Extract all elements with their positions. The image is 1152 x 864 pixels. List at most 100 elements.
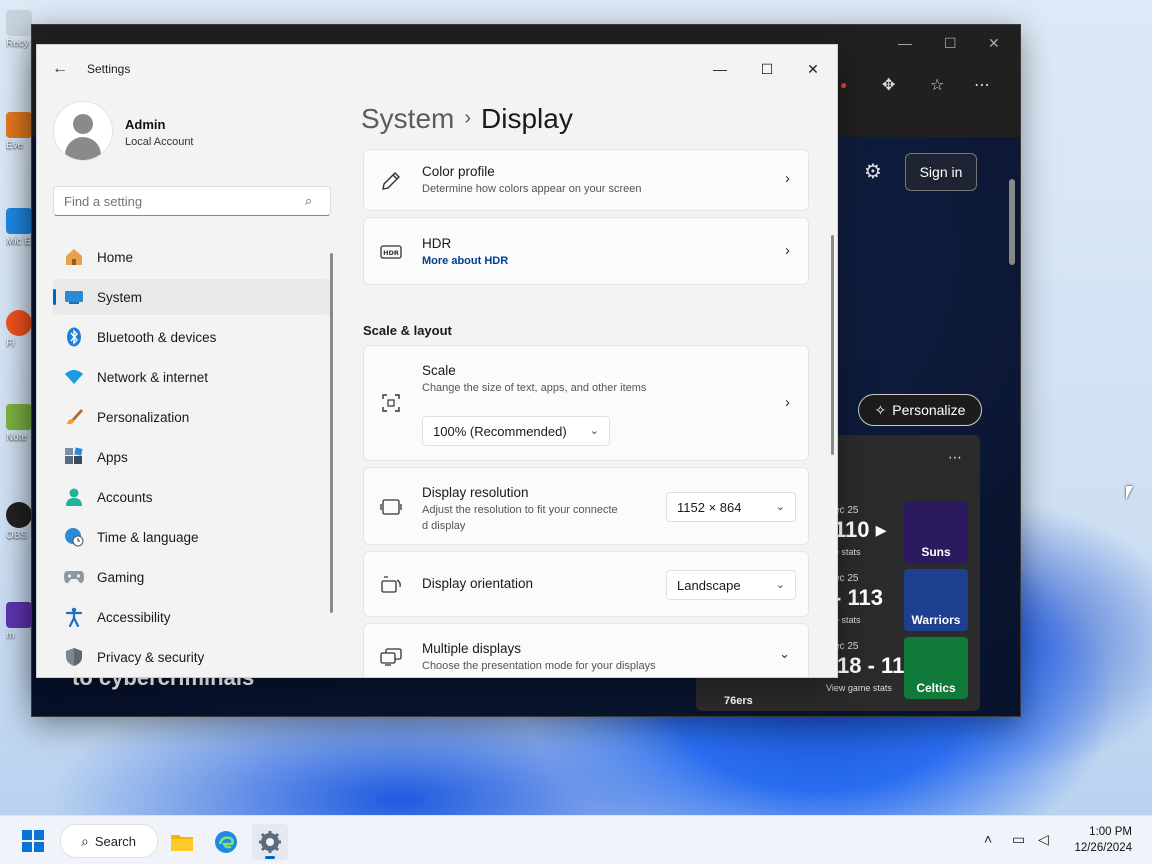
sidebar-item-time-language[interactable]: Time & language — [53, 519, 331, 555]
bluetooth-icon — [63, 326, 85, 348]
settings-taskbar-icon[interactable] — [252, 824, 288, 860]
sidebar-item-accounts[interactable]: Accounts — [53, 479, 331, 515]
edge-taskbar-icon[interactable] — [208, 824, 244, 860]
hdr-card[interactable]: HDR HDR More about HDR › — [363, 217, 809, 285]
more-about-hdr-link[interactable]: More about HDR — [422, 255, 508, 267]
sidebar-scrollbar[interactable] — [330, 253, 333, 613]
taskbar-search-label: Search — [94, 833, 137, 849]
chevron-right-icon: › — [785, 242, 790, 259]
color-profile-title: Color profile — [422, 164, 495, 179]
sidebar-item-apps[interactable]: Apps — [53, 439, 331, 475]
team-logo-warriors: Warriors — [904, 569, 968, 631]
settings-window[interactable]: ← Settings — ☐ ✕ Admin Local Account ⌕ H… — [36, 44, 838, 678]
hdr-icon: HDR — [380, 241, 402, 263]
wifi-icon — [63, 366, 85, 388]
resolution-icon — [380, 496, 402, 518]
sidebar-item-privacy[interactable]: Privacy & security — [53, 639, 331, 675]
chevron-down-icon: ⌄ — [779, 646, 790, 661]
edge-close-icon[interactable]: ✕ — [988, 35, 1000, 52]
network-icon[interactable]: ▭ — [1012, 831, 1025, 848]
panel-more-icon[interactable]: ⋯ — [948, 449, 962, 466]
edge-maximize-icon[interactable]: ☐ — [944, 35, 957, 52]
sidebar-item-system[interactable]: System — [53, 279, 331, 315]
game-stats-link[interactable]: View game stats — [826, 683, 892, 693]
orientation-title: Display orientation — [422, 576, 534, 591]
taskbar: ⌕ Search ˄ ▭ ◁ 1:00 PM 12/26/2024 — [0, 815, 1152, 864]
edge-toolbar: ● ✥ ☆ ⋯ — [820, 65, 1020, 105]
close-icon[interactable]: ✕ — [790, 53, 836, 85]
team-logo-celtics: Celtics — [904, 637, 968, 699]
breadcrumb: System › Display — [361, 103, 573, 135]
app-title: Settings — [87, 62, 131, 76]
minimize-icon[interactable]: — — [697, 53, 743, 85]
scale-dropdown[interactable]: 100% (Recommended) ⌄ — [422, 416, 610, 446]
sidebar-item-home[interactable]: Home — [53, 239, 331, 275]
display-orientation-card[interactable]: Display orientation Landscape ⌄ — [363, 551, 809, 617]
file-explorer-icon[interactable] — [164, 824, 200, 860]
adblock-icon[interactable]: ● — [840, 78, 847, 92]
chevron-right-icon: › — [785, 394, 790, 411]
orientation-icon — [380, 574, 402, 596]
back-arrow-icon[interactable]: ← — [52, 60, 68, 78]
sparkle-icon: ✧ — [874, 401, 887, 418]
scale-value: 100% (Recommended) — [433, 423, 567, 439]
scale-card[interactable]: Scale Change the size of text, apps, and… — [363, 345, 809, 461]
system-clock[interactable]: 1:00 PM 12/26/2024 — [1074, 824, 1132, 856]
sidebar-item-personalization[interactable]: Personalization — [53, 399, 331, 435]
chevron-down-icon: ⌄ — [775, 579, 785, 591]
volume-icon[interactable]: ◁ — [1038, 831, 1049, 848]
resolution-dropdown[interactable]: 1152 × 864 ⌄ — [666, 492, 796, 522]
score-row[interactable]: ec 25 110 ▸ e stats Suns — [834, 501, 974, 565]
chevron-down-icon: ⌄ — [775, 501, 785, 513]
color-profile-card[interactable]: Color profile Determine how colors appea… — [363, 149, 809, 211]
page-title: Display — [481, 103, 573, 134]
settings-titlebar[interactable]: ← Settings — ☐ ✕ — [37, 45, 837, 93]
personalize-button[interactable]: ✧ Personalize — [858, 394, 982, 426]
section-title-scale-layout: Scale & layout — [363, 323, 452, 338]
accessibility-icon — [63, 606, 85, 628]
edge-page-settings-icon[interactable]: ⚙ — [864, 159, 882, 184]
content-scrollbar[interactable] — [831, 235, 834, 455]
sign-in-button[interactable]: Sign in — [905, 153, 977, 191]
multiple-displays-icon — [380, 646, 402, 668]
pen-icon — [380, 170, 402, 192]
taskbar-search[interactable]: ⌕ Search — [60, 824, 158, 858]
scale-icon — [380, 392, 402, 414]
chevron-up-icon[interactable]: ˄ — [984, 831, 992, 847]
edge-minimize-icon[interactable]: — — [898, 35, 912, 51]
sidebar-item-bluetooth[interactable]: Bluetooth & devices — [53, 319, 331, 355]
mouse-cursor — [1126, 486, 1133, 500]
resolution-title: Display resolution — [422, 485, 529, 500]
sidebar-item-network[interactable]: Network & internet — [53, 359, 331, 395]
orientation-dropdown[interactable]: Landscape ⌄ — [666, 570, 796, 600]
orientation-value: Landscape — [677, 577, 741, 593]
search-input[interactable] — [53, 186, 331, 216]
search-icon: ⌕ — [81, 832, 89, 849]
search-icon[interactable]: ⌕ — [305, 193, 312, 209]
score-row[interactable]: ec 25 - 113 e stats Warriors — [834, 569, 974, 633]
apps-icon — [63, 446, 85, 468]
avatar[interactable] — [53, 101, 113, 161]
multiple-displays-card[interactable]: Multiple displays Choose the presentatio… — [363, 623, 809, 677]
home-icon — [63, 246, 85, 268]
display-resolution-card[interactable]: Display resolution Adjust the resolution… — [363, 467, 809, 545]
more-icon[interactable]: ⋯ — [974, 75, 990, 95]
start-button[interactable] — [22, 830, 44, 852]
clock-date: 12/26/2024 — [1074, 842, 1132, 854]
account-type: Local Account — [125, 136, 194, 148]
sidebar-item-gaming[interactable]: Gaming — [53, 559, 331, 595]
scale-subtitle: Change the size of text, apps, and other… — [422, 382, 647, 394]
breadcrumb-system[interactable]: System — [361, 103, 454, 134]
multiple-displays-subtitle: Choose the presentation mode for your di… — [422, 660, 656, 672]
edge-scrollbar[interactable] — [1008, 155, 1016, 695]
resolution-subtitle: Adjust the resolution to fit your connec… — [422, 504, 618, 516]
gamepad-icon — [63, 566, 85, 588]
extensions-icon[interactable]: ✥ — [882, 75, 895, 95]
favorites-icon[interactable]: ☆ — [930, 75, 944, 95]
maximize-icon[interactable]: ☐ — [744, 53, 790, 85]
color-profile-subtitle: Determine how colors appear on your scre… — [422, 183, 642, 195]
game-score: - 113 — [834, 585, 883, 610]
chevron-down-icon: ⌄ — [589, 425, 599, 437]
sidebar-item-accessibility[interactable]: Accessibility — [53, 599, 331, 635]
team-name-76ers: 76ers — [724, 695, 753, 707]
